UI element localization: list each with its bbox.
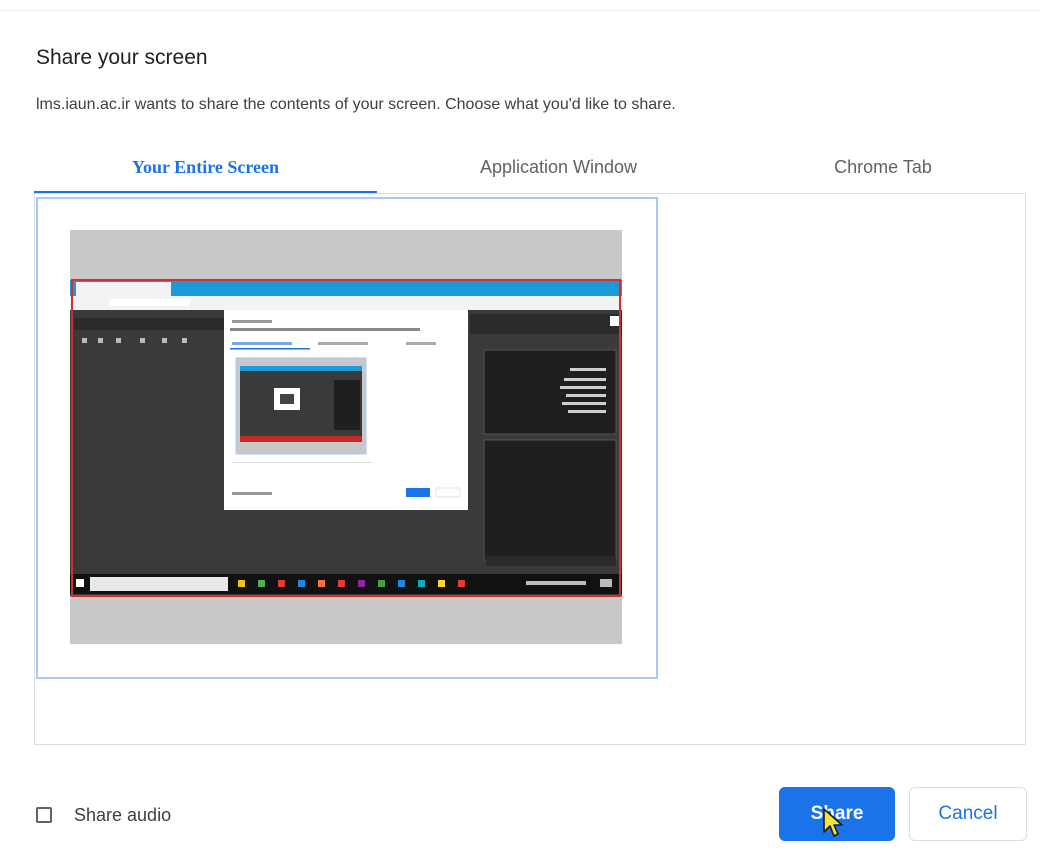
tab-chrome-tab[interactable]: Chrome Tab [740, 142, 1026, 192]
share-audio-checkbox[interactable] [36, 807, 52, 823]
top-divider [0, 10, 1040, 11]
source-tabs: Your Entire Screen Application Window Ch… [34, 142, 1026, 194]
tab-application-window[interactable]: Application Window [377, 142, 740, 192]
cancel-button[interactable]: Cancel [909, 787, 1027, 841]
tab-entire-screen[interactable]: Your Entire Screen [34, 142, 377, 192]
mouse-pointer-icon [823, 808, 843, 837]
share-audio-row[interactable]: Share audio [36, 800, 171, 830]
share-audio-label: Share audio [74, 804, 172, 825]
dialog-title: Share your screen [36, 46, 208, 69]
screen-thumbnail-image [70, 230, 622, 644]
dialog-description: lms.iaun.ac.ir wants to share the conten… [36, 96, 676, 113]
screen-thumbnail[interactable] [70, 230, 622, 644]
